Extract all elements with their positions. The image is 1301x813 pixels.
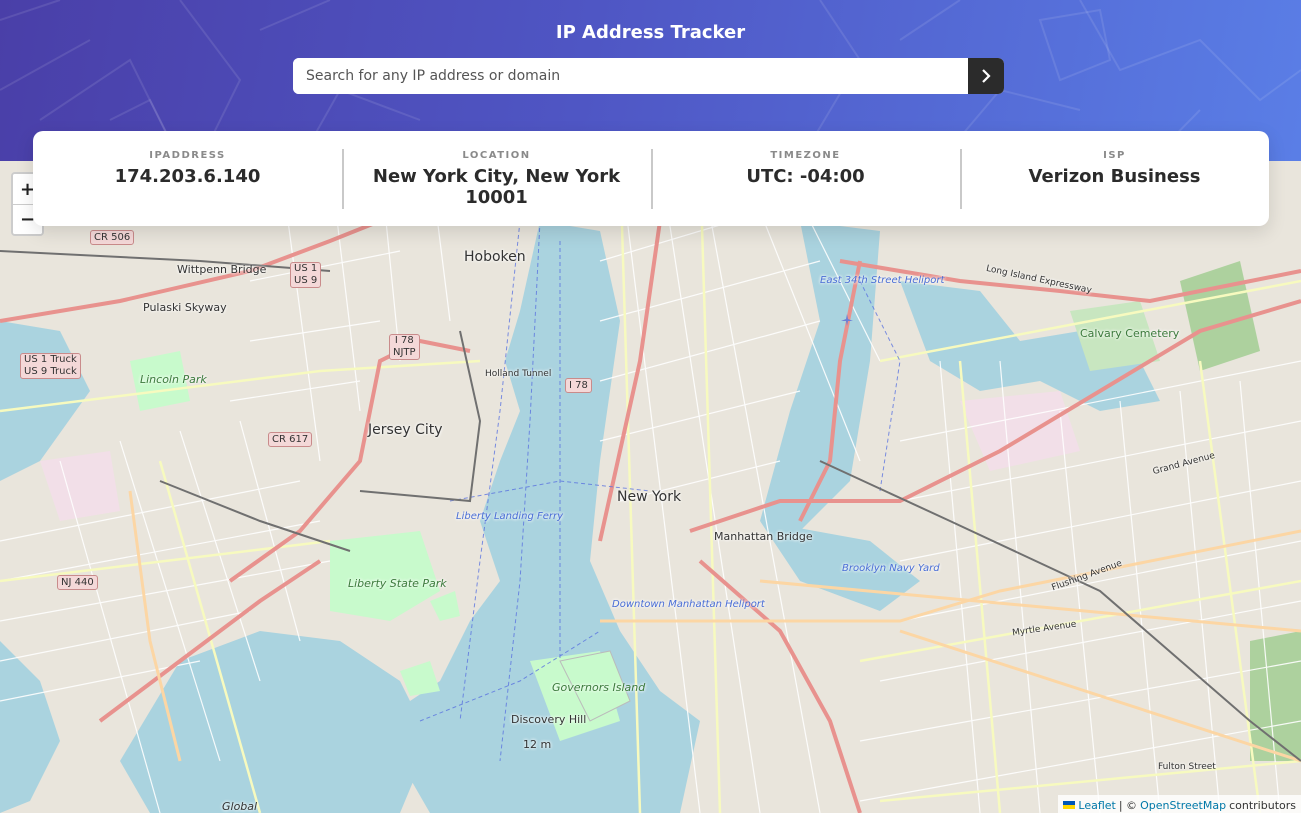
search-submit-button[interactable] (968, 58, 1004, 94)
shield-us9-truck: US 9 Truck (24, 366, 77, 377)
map-label-jersey-city: Jersey City (368, 422, 443, 438)
map-label-fulton-street: Fulton Street (1158, 762, 1216, 772)
ukraine-flag-icon (1063, 801, 1076, 809)
page-title: IP Address Tracker (555, 22, 746, 43)
info-ip: IPADDRESS 174.203.6.140 (33, 131, 342, 226)
map-attribution: Leaflet | © OpenStreetMap contributors (1058, 795, 1301, 813)
map-label-holland-tunnel: Holland Tunnel (485, 369, 552, 379)
search-bar (293, 58, 1004, 94)
shield-us-truck: US 1 Truck US 9 Truck (20, 353, 81, 379)
map-label-east-34th-heliport: East 34th Street Heliport (820, 275, 945, 286)
info-isp: ISP Verizon Business (960, 131, 1269, 226)
info-timezone: TIMEZONE UTC: -04:00 (651, 131, 960, 226)
search-input[interactable] (293, 58, 968, 94)
map-label-manhattan-bridge: Manhattan Bridge (714, 530, 813, 543)
map-label-lincoln-park: Lincoln Park (140, 373, 207, 386)
map-label-discovery-hill-elev: 12 m (523, 738, 552, 751)
shield-nj440: NJ 440 (57, 575, 98, 590)
shield-us1: US 1 (294, 263, 318, 274)
info-location-label: LOCATION (462, 150, 531, 161)
map-label-pulaski-skyway: Pulaski Skyway (143, 301, 227, 314)
info-timezone-value: UTC: -04:00 (746, 166, 865, 187)
attribution-suffix: contributors (1229, 798, 1296, 812)
map-label-liberty-state-park: Liberty State Park (348, 577, 447, 590)
info-ip-label: IPADDRESS (149, 150, 226, 161)
chevron-right-icon (982, 69, 991, 83)
map-label-global: Global (222, 800, 258, 813)
info-ip-value: 174.203.6.140 (114, 166, 261, 187)
info-location-value: New York City, New York 10001 (372, 166, 621, 208)
shield-njtp: NJTP (393, 347, 416, 358)
shield-us9: US 9 (294, 275, 318, 286)
info-isp-value: Verizon Business (1028, 166, 1201, 187)
map-label-governors-island: Governors Island (552, 681, 646, 694)
map[interactable]: Hoboken Jersey City New York Manhattan B… (0, 161, 1301, 813)
info-isp-label: ISP (1103, 150, 1126, 161)
map-label-downtown-heliport: Downtown Manhattan Heliport (612, 599, 765, 610)
shield-cr506: CR 506 (90, 230, 135, 245)
shield-i78-njtp: I 78 NJTP (389, 334, 420, 360)
map-label-discovery-hill: Discovery Hill (511, 713, 587, 726)
info-card: IPADDRESS 174.203.6.140 LOCATION New Yor… (33, 131, 1269, 226)
info-location: LOCATION New York City, New York 10001 (342, 131, 651, 226)
map-label-wittpenn-bridge: Wittpenn Bridge (177, 263, 267, 276)
map-label-brooklyn-navy-yard: Brooklyn Navy Yard (842, 563, 940, 574)
leaflet-link[interactable]: Leaflet (1078, 799, 1115, 812)
map-tiles (0, 161, 1301, 813)
attribution-separator: | © (1118, 798, 1138, 812)
shield-us1-us9: US 1 US 9 (290, 262, 322, 288)
airport-icon (841, 314, 853, 326)
openstreetmap-link[interactable]: OpenStreetMap (1140, 799, 1226, 812)
shield-i78-top: I 78 (394, 335, 414, 346)
map-label-calvary-cemetery: Calvary Cemetery (1080, 327, 1180, 340)
shield-i78: I 78 (565, 378, 592, 393)
shield-us1-truck: US 1 Truck (24, 354, 77, 365)
info-timezone-label: TIMEZONE (770, 150, 841, 161)
shield-cr617: CR 617 (268, 432, 313, 447)
map-label-liberty-landing-ferry: Liberty Landing Ferry (456, 511, 564, 522)
map-label-hoboken: Hoboken (464, 249, 526, 265)
map-label-new-york: New York (617, 489, 682, 505)
